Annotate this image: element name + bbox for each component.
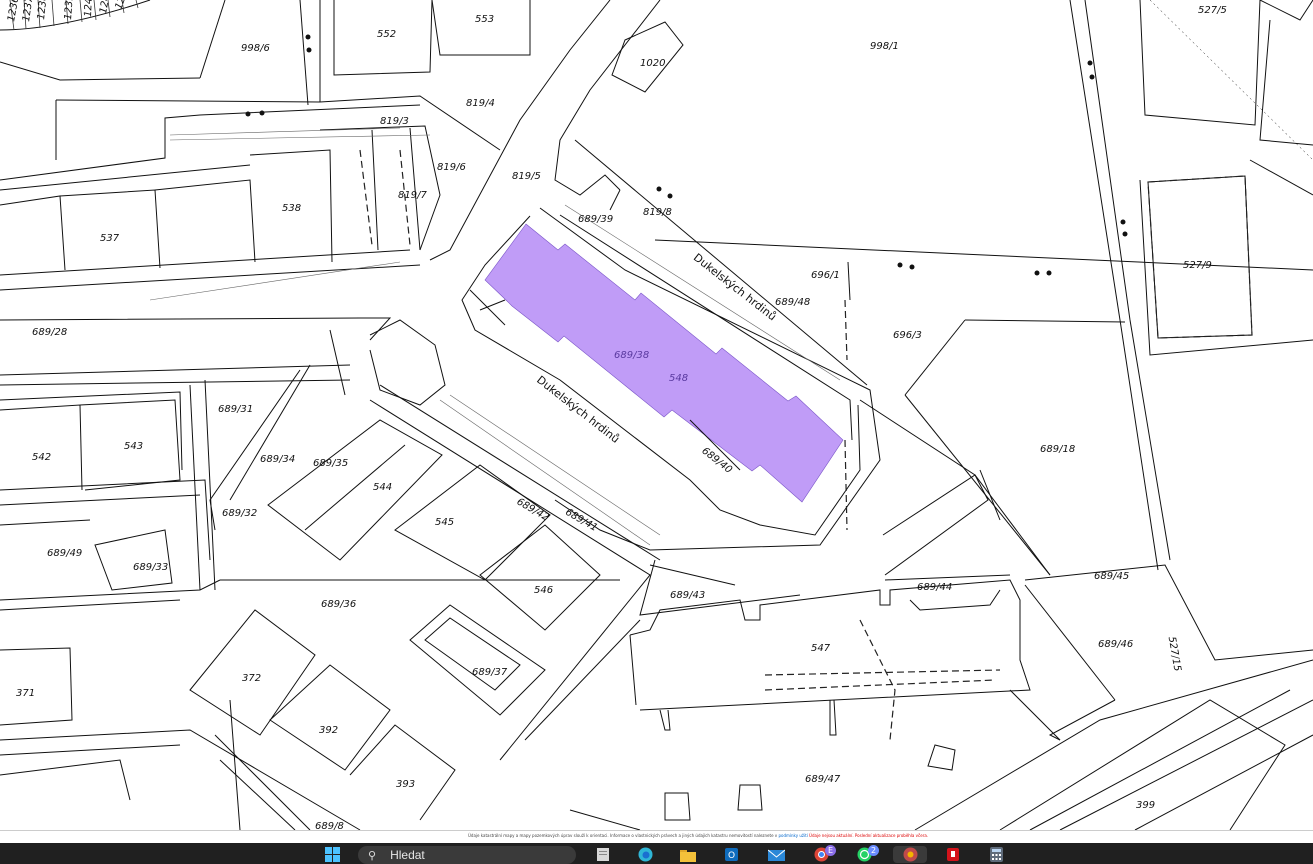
parcel-547: 547 bbox=[811, 643, 831, 654]
parcel-689-18: 689/18 bbox=[1040, 444, 1075, 455]
calculator-icon[interactable] bbox=[985, 847, 1007, 862]
parcel-543: 543 bbox=[124, 441, 143, 452]
windows-taskbar: ⚲ Hledat O E 2 bbox=[0, 843, 1313, 864]
notice-text: Údaje katastrální mapy a mapy pozemkovýc… bbox=[468, 833, 778, 838]
parcel-689-47: 689/47 bbox=[805, 774, 841, 785]
mail-store-icon[interactable] bbox=[764, 847, 788, 862]
svg-text:1238: 1238 bbox=[36, 0, 50, 20]
parcel-689-43: 689/43 bbox=[670, 590, 705, 601]
parcel-393: 393 bbox=[396, 779, 415, 790]
parcel-689-38: 689/38 bbox=[614, 350, 649, 361]
parcel-552: 552 bbox=[377, 29, 396, 40]
parcel-689-31: 689/31 bbox=[218, 404, 253, 415]
parcel-548: 548 bbox=[669, 373, 688, 384]
parcel-545: 545 bbox=[435, 517, 454, 528]
street-dukelskych-hrdinu-north: Dukelských hrdinů bbox=[691, 251, 779, 324]
parcel-689-28: 689/28 bbox=[32, 327, 67, 338]
parcel-527-5: 527/5 bbox=[1198, 5, 1227, 16]
search-placeholder: Hledat bbox=[390, 848, 425, 862]
outlook-mail-icon[interactable]: O bbox=[720, 847, 742, 862]
parcel-689-49: 689/49 bbox=[47, 548, 82, 559]
parcel-689-34: 689/34 bbox=[260, 454, 295, 465]
file-icon[interactable] bbox=[592, 847, 614, 862]
parcel-542: 542 bbox=[32, 452, 51, 463]
whatsapp-icon[interactable]: 2 bbox=[853, 845, 879, 862]
windows-logo-icon[interactable] bbox=[321, 847, 343, 862]
parcel-689-33: 689/33 bbox=[133, 562, 168, 573]
parcel-689-46: 689/46 bbox=[1098, 639, 1133, 650]
taskbar-search[interactable]: ⚲ Hledat bbox=[358, 846, 576, 864]
parcel-689-36: 689/36 bbox=[321, 599, 356, 610]
parcel-998-6: 998/6 bbox=[241, 43, 270, 54]
parcel-372: 372 bbox=[242, 673, 261, 684]
parcel-696-3: 696/3 bbox=[893, 330, 922, 341]
parcel-boundaries bbox=[0, 0, 1313, 831]
chrome-profile-badge: E bbox=[825, 845, 836, 856]
whatsapp-badge: 2 bbox=[868, 845, 879, 856]
svg-text:1237: 1237 bbox=[21, 0, 36, 22]
parcel-689-44: 689/44 bbox=[917, 582, 952, 593]
notice-warning: Údaje nejsou aktuální. Poslední aktualiz… bbox=[809, 833, 929, 838]
parcel-527-9: 527/9 bbox=[1183, 260, 1212, 271]
parcel-689-45: 689/45 bbox=[1094, 571, 1129, 582]
parcel-544: 544 bbox=[373, 482, 392, 493]
parcel-371: 371 bbox=[16, 688, 35, 699]
pdf-reader-icon[interactable] bbox=[942, 847, 964, 862]
parcel-538: 538 bbox=[282, 203, 301, 214]
parcel-399: 399 bbox=[1136, 800, 1155, 811]
notice-link[interactable]: podmínky užití bbox=[778, 833, 807, 838]
parcel-553: 553 bbox=[475, 14, 494, 25]
svg-text:1240: 1240 bbox=[83, 0, 95, 17]
parcel-819-8: 819/8 bbox=[643, 207, 672, 218]
svg-text:O: O bbox=[728, 851, 735, 861]
parcel-696-1: 696/1 bbox=[811, 270, 840, 281]
parcel-689-48: 689/48 bbox=[775, 297, 810, 308]
map-notice-bar: Údaje katastrální mapy a mapy pozemkovýc… bbox=[0, 830, 1313, 844]
parcel-819-3: 819/3 bbox=[380, 116, 409, 127]
parcel-819-6: 819/6 bbox=[437, 162, 466, 173]
parcel-689-39: 689/39 bbox=[578, 214, 613, 225]
search-icon: ⚲ bbox=[368, 848, 377, 862]
street-dukelskych-hrdinu-south: Dukelských hrdinů bbox=[534, 373, 622, 446]
parcel-labels: 552 553 998/6 998/1 1020 527/5 819/4 819… bbox=[16, 5, 1227, 832]
svg-text:1236: 1236 bbox=[6, 0, 21, 23]
parcel-819-7: 819/7 bbox=[398, 190, 427, 201]
parcel-1020: 1020 bbox=[640, 58, 665, 69]
parcel-689-42: 689/42 bbox=[515, 496, 551, 523]
parcel-527-15: 527/15 bbox=[1166, 636, 1183, 673]
parcel-392: 392 bbox=[319, 725, 338, 736]
parcel-998-1: 998/1 bbox=[870, 41, 899, 52]
parcel-537: 537 bbox=[100, 233, 120, 244]
chrome-profile-icon[interactable]: E bbox=[810, 845, 836, 862]
folder-icon[interactable] bbox=[677, 847, 699, 862]
parcel-689-37: 689/37 bbox=[472, 667, 508, 678]
parcel-689-32: 689/32 bbox=[222, 508, 257, 519]
parcel-819-5: 819/5 bbox=[512, 171, 541, 182]
svg-text:1242: 1242 bbox=[113, 0, 132, 11]
map-canvas[interactable]: 1236 1237 1238 1239 1240 1241 1242 552 5… bbox=[0, 0, 1313, 834]
cadastral-map[interactable]: 1236 1237 1238 1239 1240 1241 1242 552 5… bbox=[0, 0, 1313, 834]
parcel-546: 546 bbox=[534, 585, 553, 596]
parcel-689-35: 689/35 bbox=[313, 458, 348, 469]
svg-text:1239: 1239 bbox=[63, 0, 76, 20]
edge-browser-icon[interactable] bbox=[634, 847, 656, 862]
parcel-819-4: 819/4 bbox=[466, 98, 495, 109]
chrome-alt-icon[interactable] bbox=[893, 846, 927, 863]
